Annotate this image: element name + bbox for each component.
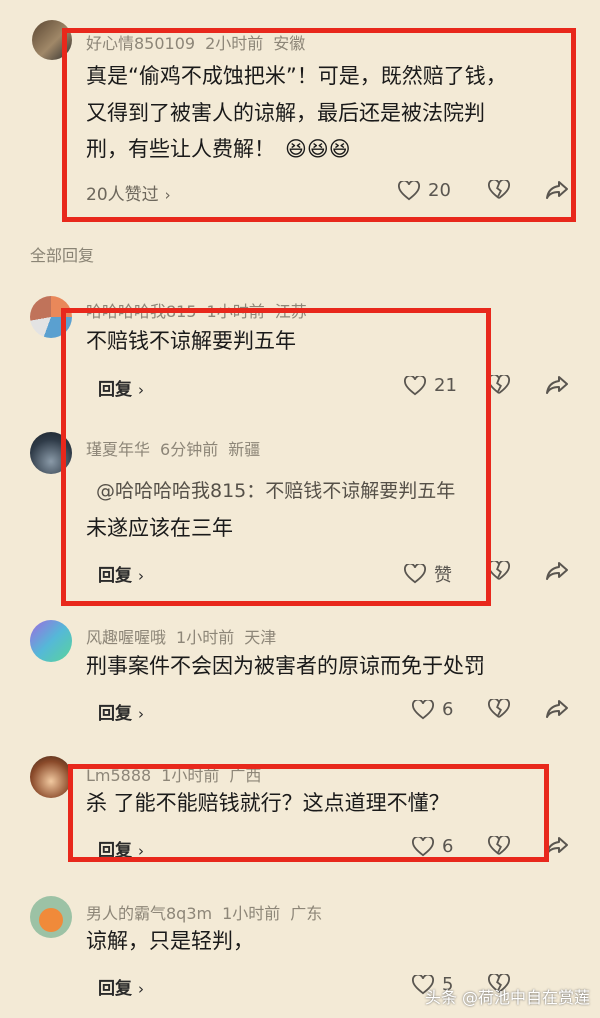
broken-heart-icon[interactable]	[488, 699, 510, 719]
reply-label: 回复	[98, 704, 132, 724]
highlight-box	[62, 28, 576, 222]
like-button[interactable]: 6	[412, 699, 453, 720]
heart-icon	[412, 699, 434, 719]
reply-button[interactable]: 回复 ›	[98, 974, 144, 999]
username[interactable]: 风趣喔喔哦	[86, 628, 166, 647]
avatar[interactable]	[30, 756, 72, 798]
highlight-box	[61, 308, 491, 606]
share-icon[interactable]	[545, 375, 569, 395]
location: 天津	[244, 628, 277, 647]
share-icon[interactable]	[545, 561, 569, 581]
share-icon[interactable]	[545, 699, 569, 719]
watermark: 头条 @荷池中自在赏莲	[424, 988, 590, 1007]
comment-meta: 男人的霸气8q3m 1小时前 广东	[86, 900, 332, 924]
chevron-right-icon: ›	[138, 980, 144, 998]
comment-text: 谅解，只是轻判，	[86, 929, 254, 953]
chevron-right-icon: ›	[138, 705, 144, 723]
highlight-box	[68, 764, 549, 862]
reply-label: 回复	[98, 979, 132, 999]
avatar[interactable]	[30, 620, 72, 662]
avatar[interactable]	[30, 896, 72, 938]
like-count: 6	[442, 699, 454, 720]
reply-button[interactable]: 回复 ›	[98, 699, 144, 724]
section-label: 全部回复	[30, 246, 95, 265]
broken-heart-icon[interactable]	[488, 561, 510, 581]
comment-meta: 风趣喔喔哦 1小时前 天津	[86, 624, 286, 648]
broken-heart-icon[interactable]	[488, 375, 510, 395]
timestamp: 1小时前	[176, 628, 235, 647]
location: 广东	[290, 904, 323, 923]
timestamp: 1小时前	[222, 904, 281, 923]
username[interactable]: 男人的霸气8q3m	[86, 904, 212, 923]
comment-text: 刑事案件不会因为被害者的原谅而免于处罚	[86, 654, 485, 678]
